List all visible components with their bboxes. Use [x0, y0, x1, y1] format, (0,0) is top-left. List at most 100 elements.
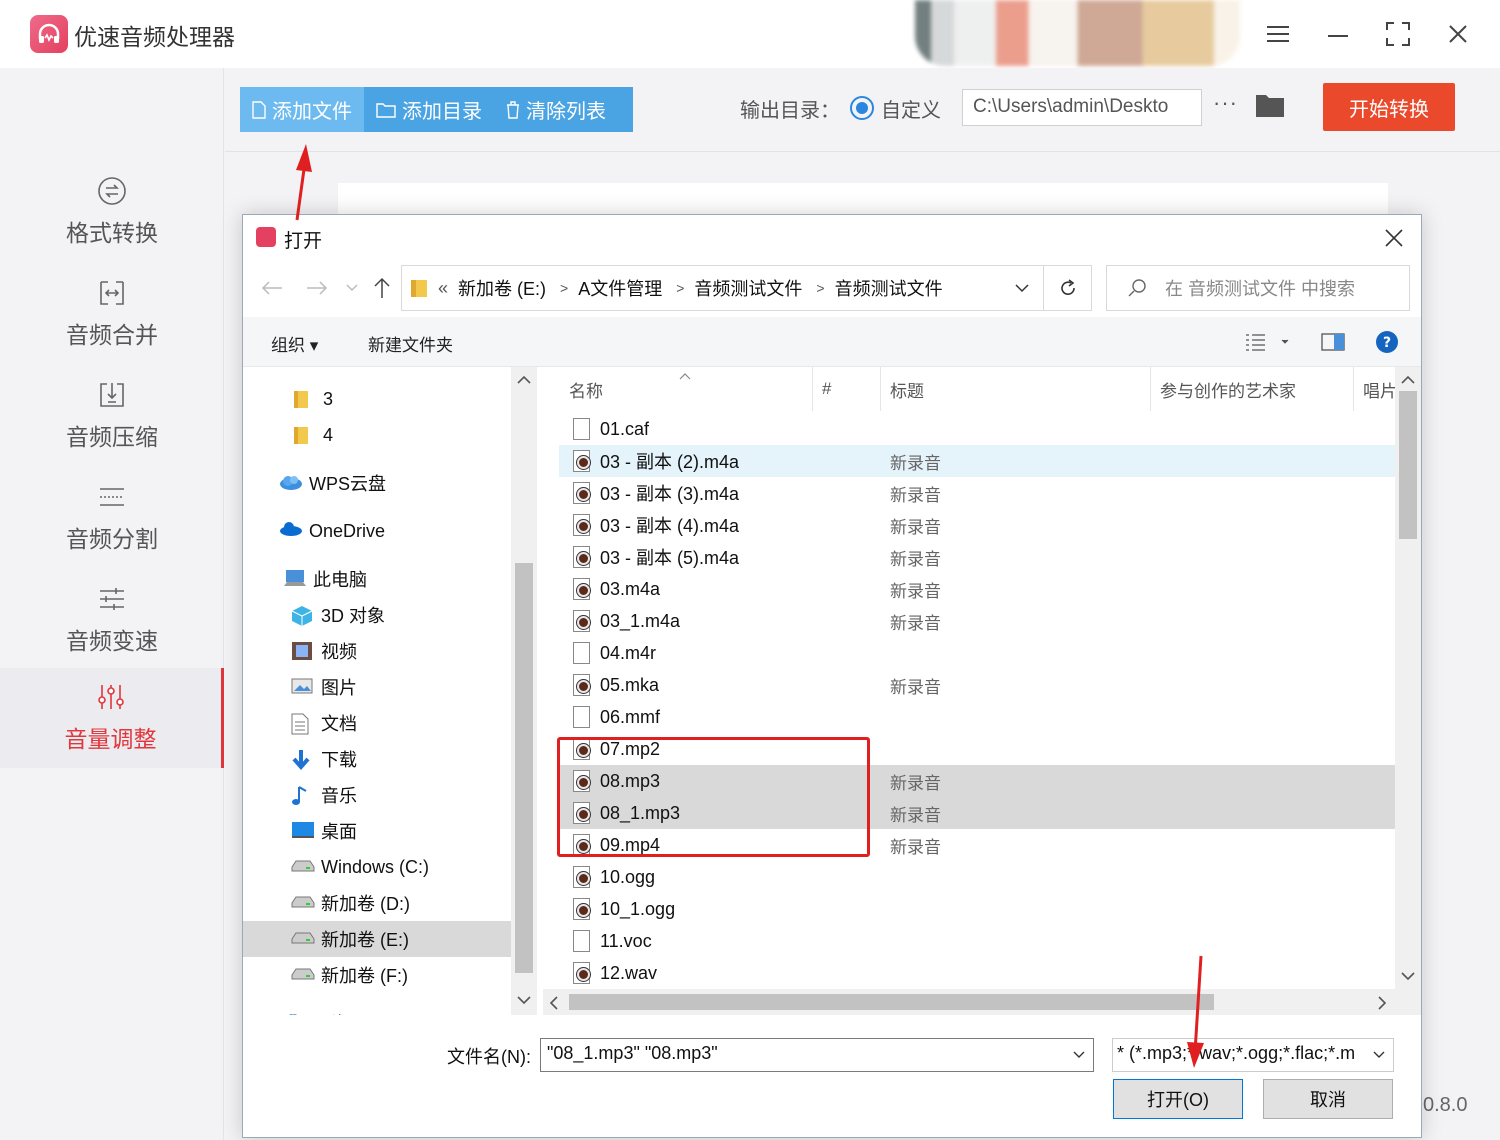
file-row[interactable]: 01.caf — [559, 413, 1395, 445]
file-title: 新录音 — [890, 517, 941, 537]
forward-arrow-icon[interactable] — [304, 275, 330, 301]
column-divider[interactable] — [880, 367, 881, 411]
open-button[interactable]: 打开(O) — [1113, 1079, 1243, 1119]
search-icon — [1128, 279, 1146, 297]
nav-tree-item[interactable]: 新加卷 (E:) — [243, 921, 511, 957]
sidebar-item-format-convert[interactable]: 格式转换 — [0, 162, 224, 262]
file-row[interactable]: 12.wav — [559, 957, 1395, 989]
file-row[interactable]: 03 - 副本 (2).m4a 新录音 — [559, 445, 1395, 477]
column-number[interactable]: # — [822, 367, 831, 411]
column-divider[interactable] — [812, 367, 813, 411]
address-overflow[interactable]: « — [438, 278, 448, 299]
nav-tree-item[interactable]: 桌面 — [243, 813, 511, 849]
view-options-icon[interactable] — [1245, 333, 1289, 356]
add-directory-label: 添加目录 — [402, 101, 482, 123]
clear-list-button[interactable]: 清除列表 — [494, 87, 618, 132]
nav-tree-item[interactable]: 网络 — [243, 1005, 511, 1015]
sidebar-item-volume-adjust[interactable]: 音量调整 — [0, 668, 224, 768]
dialog-close-icon[interactable] — [1381, 225, 1407, 251]
open-file-dialog: 打开 « 新加卷 (E:) > A文件管理 > 音频测试文件 > 音频测试文件 — [242, 214, 1422, 1138]
file-row[interactable]: 10.ogg — [559, 861, 1395, 893]
file-row[interactable]: 10_1.ogg — [559, 893, 1395, 925]
column-artist[interactable]: 参与创作的艺术家 — [1160, 367, 1296, 411]
column-divider[interactable] — [1150, 367, 1151, 411]
sidebar-item-audio-merge[interactable]: 音频合并 — [0, 264, 224, 364]
media-file-icon — [573, 450, 590, 472]
chevron-down-icon[interactable] — [1073, 1051, 1085, 1059]
new-folder-button[interactable]: 新建文件夹 — [368, 331, 453, 356]
more-options-button[interactable]: ··· — [1213, 90, 1238, 116]
column-divider[interactable] — [1353, 367, 1354, 411]
hscroll-thumb[interactable] — [569, 994, 1214, 1010]
file-name: 03_1.m4a — [600, 610, 681, 631]
recent-dropdown-icon[interactable] — [339, 275, 365, 301]
navigation-pane: 网络 新加卷 (F:) 新加卷 (E:) 新加卷 (D:) Windows (C:) 桌面… — [243, 367, 537, 1015]
split-icon — [100, 488, 124, 506]
nav-tree-item[interactable]: 此电脑 — [243, 561, 511, 597]
nav-tree-item[interactable]: WPS云盘 — [243, 465, 511, 501]
back-arrow-icon[interactable] — [259, 275, 285, 301]
column-title[interactable]: 标题 — [890, 367, 924, 411]
nav-tree-item[interactable]: 视频 — [243, 633, 511, 669]
file-row[interactable]: 11.voc — [559, 925, 1395, 957]
nav-tree-item[interactable]: 音乐 — [243, 777, 511, 813]
up-arrow-icon[interactable] — [369, 275, 395, 301]
preview-pane-icon[interactable] — [1321, 333, 1345, 356]
file-list-hscrollbar[interactable] — [543, 989, 1395, 1015]
nav-tree-item[interactable]: 4 — [243, 417, 511, 453]
add-file-button[interactable]: 添加文件 — [240, 87, 364, 132]
search-box[interactable]: 在 音频测试文件 中搜索 — [1106, 265, 1410, 311]
nav-tree-item[interactable]: 3 — [243, 381, 511, 417]
nav-tree-item[interactable]: 图片 — [243, 669, 511, 705]
chevron-down-icon[interactable] — [1015, 283, 1029, 293]
sidebar-item-audio-speed[interactable]: 音频变速 — [0, 570, 224, 670]
file-row[interactable]: 04.m4r — [559, 637, 1395, 669]
file-name: 03.m4a — [600, 578, 661, 599]
nav-tree-item[interactable]: 文档 — [243, 705, 511, 741]
nav-tree-item[interactable]: Windows (C:) — [243, 849, 511, 885]
address-segment[interactable]: A文件管理 — [578, 275, 662, 301]
nav-scrollbar[interactable] — [511, 367, 537, 1015]
column-album[interactable]: 唱片 — [1363, 367, 1397, 411]
refresh-icon[interactable] — [1044, 265, 1092, 311]
organize-menu[interactable]: 组织 ▾ — [271, 331, 318, 356]
filename-input[interactable]: "08_1.mp3" "08.mp3" — [540, 1038, 1094, 1072]
file-row[interactable]: 03.m4a 新录音 — [559, 573, 1395, 605]
nav-tree-item[interactable]: OneDrive — [243, 513, 511, 549]
menu-icon[interactable] — [1262, 18, 1294, 50]
add-directory-button[interactable]: 添加目录 — [364, 87, 494, 132]
file-row[interactable]: 06.mmf — [559, 701, 1395, 733]
minimize-icon[interactable] — [1322, 18, 1354, 50]
address-bar[interactable]: « 新加卷 (E:) > A文件管理 > 音频测试文件 > 音频测试文件 — [401, 265, 1044, 311]
address-segment[interactable]: 音频测试文件 — [835, 275, 943, 301]
sidebar-item-audio-compress[interactable]: 音频压缩 — [0, 366, 224, 466]
nav-scroll-thumb[interactable] — [515, 563, 533, 973]
nav-tree-item[interactable]: 新加卷 (D:) — [243, 885, 511, 921]
maximize-icon[interactable] — [1382, 18, 1414, 50]
user-avatar-blurred[interactable] — [915, 0, 1240, 66]
custom-radio[interactable] — [850, 96, 874, 120]
help-icon[interactable]: ? — [1375, 330, 1399, 359]
nav-tree-label: WPS云盘 — [309, 474, 387, 494]
nav-tree-item[interactable]: 新加卷 (F:) — [243, 957, 511, 993]
file-row[interactable]: 03 - 副本 (3).m4a 新录音 — [559, 477, 1395, 509]
file-list-scrollbar[interactable] — [1395, 367, 1421, 1015]
file-scroll-thumb[interactable] — [1399, 391, 1417, 539]
file-row[interactable]: 03_1.m4a 新录音 — [559, 605, 1395, 637]
nav-tree-item[interactable]: 下载 — [243, 741, 511, 777]
address-segment[interactable]: 音频测试文件 — [694, 275, 802, 301]
file-row[interactable]: 05.mka 新录音 — [559, 669, 1395, 701]
column-name[interactable]: 名称 — [569, 367, 603, 411]
nav-tree-item[interactable]: 3D 对象 — [243, 597, 511, 633]
open-folder-icon[interactable] — [1255, 92, 1285, 123]
start-convert-button[interactable]: 开始转换 — [1323, 83, 1455, 131]
address-segment[interactable]: 新加卷 (E:) — [458, 275, 546, 301]
close-icon[interactable] — [1442, 18, 1474, 50]
output-path-input[interactable]: C:\Users\admin\Deskto — [962, 89, 1202, 126]
sidebar-item-audio-split[interactable]: 音频分割 — [0, 468, 224, 568]
file-name: 05.mka — [600, 674, 660, 695]
file-row[interactable]: 03 - 副本 (4).m4a 新录音 — [559, 509, 1395, 541]
file-row[interactable]: 03 - 副本 (5).m4a 新录音 — [559, 541, 1395, 573]
file-type-select[interactable]: * (*.mp3;*.wav;*.ogg;*.flac;*.m — [1112, 1038, 1394, 1072]
cancel-button[interactable]: 取消 — [1263, 1079, 1393, 1119]
